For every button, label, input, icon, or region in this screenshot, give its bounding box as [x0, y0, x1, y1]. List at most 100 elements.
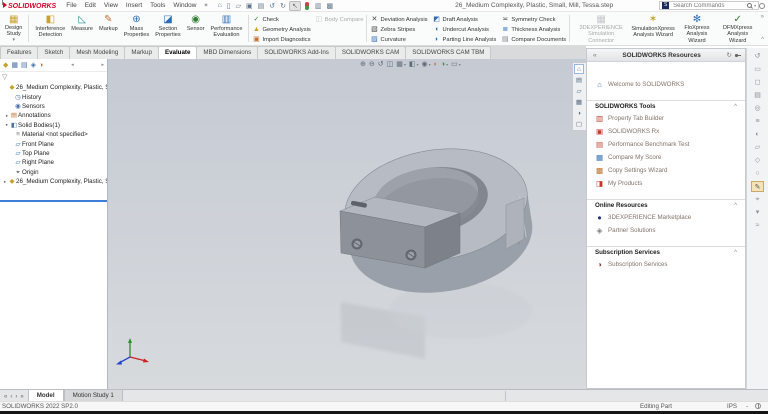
- menu-window[interactable]: Window: [169, 2, 200, 9]
- search-box[interactable]: S ▾: [659, 1, 759, 10]
- displaymanager-tab-icon[interactable]: ◑: [39, 62, 43, 69]
- property-tab-builder-link[interactable]: ▥Property Tab Builder: [587, 112, 745, 125]
- my-products-link[interactable]: ◨My Products: [587, 177, 745, 190]
- rebuild-icon[interactable]: [305, 2, 309, 10]
- open-icon[interactable]: ▱: [234, 2, 243, 10]
- tree-item-annotations[interactable]: ▸▤Annotations: [0, 111, 107, 120]
- sensor-button[interactable]: ◉Sensor: [184, 13, 208, 44]
- redo-icon[interactable]: ↻: [278, 2, 288, 10]
- next-study-icon[interactable]: ›: [14, 394, 18, 400]
- solidworks-rx-link[interactable]: ▣SOLIDWORKS Rx: [587, 125, 745, 138]
- toolbar-collapse-icon[interactable]: ^: [761, 37, 764, 43]
- menu-pin-icon[interactable]: ✶: [200, 2, 211, 9]
- section-solidworks-tools[interactable]: SOLIDWORKS Tools ^: [587, 100, 745, 112]
- display-style-icon[interactable]: ◧: [409, 60, 416, 68]
- options-icon[interactable]: ▩: [325, 2, 336, 10]
- previous-view-icon[interactable]: ↺: [378, 60, 384, 68]
- prev-study-icon[interactable]: ‹: [9, 394, 13, 400]
- rotate-view-icon[interactable]: ↺: [751, 51, 764, 62]
- tab-solidworks-cam-tbm[interactable]: SOLIDWORKS CAM TBM: [405, 46, 491, 59]
- custom-properties-tab-icon[interactable]: ▢: [574, 119, 584, 129]
- tab-sketch[interactable]: Sketch: [37, 46, 70, 59]
- view-orientation-icon[interactable]: ▦: [396, 60, 403, 68]
- tree-item-material[interactable]: ≡Material <not specified>: [0, 130, 107, 139]
- section-collapse-icon[interactable]: ^: [734, 203, 737, 209]
- file-explorer-tab-icon[interactable]: ▱: [574, 86, 584, 96]
- tab-scroll-right-icon[interactable]: ▸: [101, 62, 104, 68]
- zoom-area-icon[interactable]: ⊖: [369, 60, 375, 68]
- square-tool-icon[interactable]: ◻: [751, 77, 764, 88]
- performance-evaluation-button[interactable]: ▥Performance Evaluation: [207, 13, 245, 44]
- search-icon[interactable]: [747, 3, 752, 8]
- model-canvas[interactable]: [108, 59, 586, 389]
- annotate-tool-icon[interactable]: ✎: [751, 181, 764, 192]
- geometry-analysis-button[interactable]: ▲Geometry Analysis: [252, 26, 310, 34]
- undercut-analysis-button[interactable]: ◖Undercut Analysis: [433, 26, 497, 34]
- grid-tool-icon[interactable]: ▤: [751, 90, 764, 101]
- dfmxpress-wizard-button[interactable]: ✓DFMXpress Analysis Wizard: [717, 13, 759, 44]
- tab-mesh-modeling[interactable]: Mesh Modeling: [69, 46, 125, 59]
- chevron-tool-icon[interactable]: ▾: [751, 207, 764, 218]
- hide-show-items-icon[interactable]: ◉: [422, 60, 428, 68]
- zoom-fit-icon[interactable]: ⊕: [360, 60, 366, 68]
- settings-icon[interactable]: [759, 3, 765, 9]
- tree-item-history[interactable]: ◷History: [0, 92, 107, 101]
- menu-tools[interactable]: Tools: [146, 2, 169, 9]
- target-tool-icon[interactable]: ⌖: [751, 194, 764, 205]
- dropdown-caret-icon[interactable]: ▾: [404, 62, 406, 67]
- point-tool-icon[interactable]: ○: [751, 168, 764, 179]
- section-view-icon[interactable]: ◫: [387, 60, 394, 68]
- menu-file[interactable]: File: [62, 2, 80, 9]
- tab-markup[interactable]: Markup: [124, 46, 159, 59]
- taskpane-collapse-icon[interactable]: «: [591, 52, 599, 59]
- edit-appearance-icon[interactable]: ◐: [434, 61, 438, 68]
- taskpane-refresh-icon[interactable]: ↻: [725, 51, 734, 59]
- mass-properties-button[interactable]: ⊕Mass Properties: [121, 13, 153, 44]
- tab-mbd-dimensions[interactable]: MBD Dimensions: [196, 46, 258, 59]
- connection-globe-icon[interactable]: [755, 403, 761, 409]
- configurationmanager-tab-icon[interactable]: ▤: [21, 61, 28, 69]
- tree-item-imported-feature[interactable]: ▸◆26_Medium Complexity, Plastic, S: [0, 177, 107, 186]
- parting-line-analysis-button[interactable]: ◗Parting Line Analysis: [433, 36, 497, 44]
- tree-item-root[interactable]: ◆26_Medium Complexity, Plastic, Sma: [0, 83, 107, 92]
- menu-insert[interactable]: Insert: [122, 2, 146, 9]
- floxpress-wizard-button[interactable]: ✻FloXpress Analysis Wizard: [677, 13, 717, 44]
- shaded-tool-icon[interactable]: ◐: [751, 129, 764, 140]
- subscription-services-link[interactable]: ◑Subscription Services: [587, 258, 745, 271]
- wave-tool-icon[interactable]: ≈: [751, 220, 764, 231]
- tree-filter-icon[interactable]: ▽: [0, 72, 107, 83]
- compare-documents-button[interactable]: ▤Compare Documents: [501, 36, 566, 44]
- dropdown-caret-icon[interactable]: ▾: [417, 62, 419, 67]
- tab-motion-study-1[interactable]: Motion Study 1: [64, 389, 123, 401]
- undo-icon[interactable]: ↺: [267, 2, 277, 10]
- save-icon[interactable]: ▣: [244, 2, 255, 10]
- search-caret-icon[interactable]: ▾: [754, 3, 756, 8]
- view-settings-icon[interactable]: ▭: [451, 60, 458, 68]
- last-study-icon[interactable]: »: [19, 394, 24, 400]
- tab-features[interactable]: Features: [0, 46, 38, 59]
- tree-item-front-plane[interactable]: ▱Front Plane: [0, 139, 107, 148]
- dropdown-caret-icon[interactable]: ▾: [12, 38, 15, 44]
- interference-detection-button[interactable]: ◧Interference Detection: [32, 13, 68, 44]
- rectangle-tool-icon[interactable]: ▭: [751, 64, 764, 75]
- section-subscription-services[interactable]: Subscription Services ^: [587, 246, 745, 258]
- marketplace-link[interactable]: ●3DEXPERIENCE Marketplace: [587, 211, 745, 224]
- tab-solidworks-cam[interactable]: SOLIDWORKS CAM: [335, 46, 406, 59]
- tree-item-top-plane[interactable]: ▱Top Plane: [0, 149, 107, 158]
- section-properties-button[interactable]: ◪Section Properties: [152, 13, 184, 44]
- search-input[interactable]: [671, 2, 745, 10]
- apply-scene-icon[interactable]: ◑: [441, 61, 445, 68]
- deviation-analysis-button[interactable]: ✕Deviation Analysis: [370, 16, 427, 24]
- featuremanager-tab-icon[interactable]: ◆: [3, 61, 8, 69]
- units-selector[interactable]: IPS: [727, 403, 737, 410]
- tree-item-origin[interactable]: ⌖Origin: [0, 168, 107, 177]
- import-diagnostics-button[interactable]: ▣Import Diagnostics: [252, 36, 310, 44]
- zebra-stripes-button[interactable]: ▧Zebra Stripes: [370, 26, 427, 34]
- resources-home-tab-icon[interactable]: ⌂: [574, 64, 584, 74]
- tree-splitter[interactable]: [0, 200, 107, 202]
- section-collapse-icon[interactable]: ^: [734, 104, 737, 110]
- taskpane-pin-icon[interactable]: [734, 52, 741, 59]
- section-collapse-icon[interactable]: ^: [734, 250, 737, 256]
- propertymanager-tab-icon[interactable]: ▦: [11, 61, 18, 69]
- graphics-area[interactable]: ⊕ ⊖ ↺ ◫ ▦▾ ◧▾ ◉▾ ◐ ◑▾ ▭▾: [108, 59, 586, 389]
